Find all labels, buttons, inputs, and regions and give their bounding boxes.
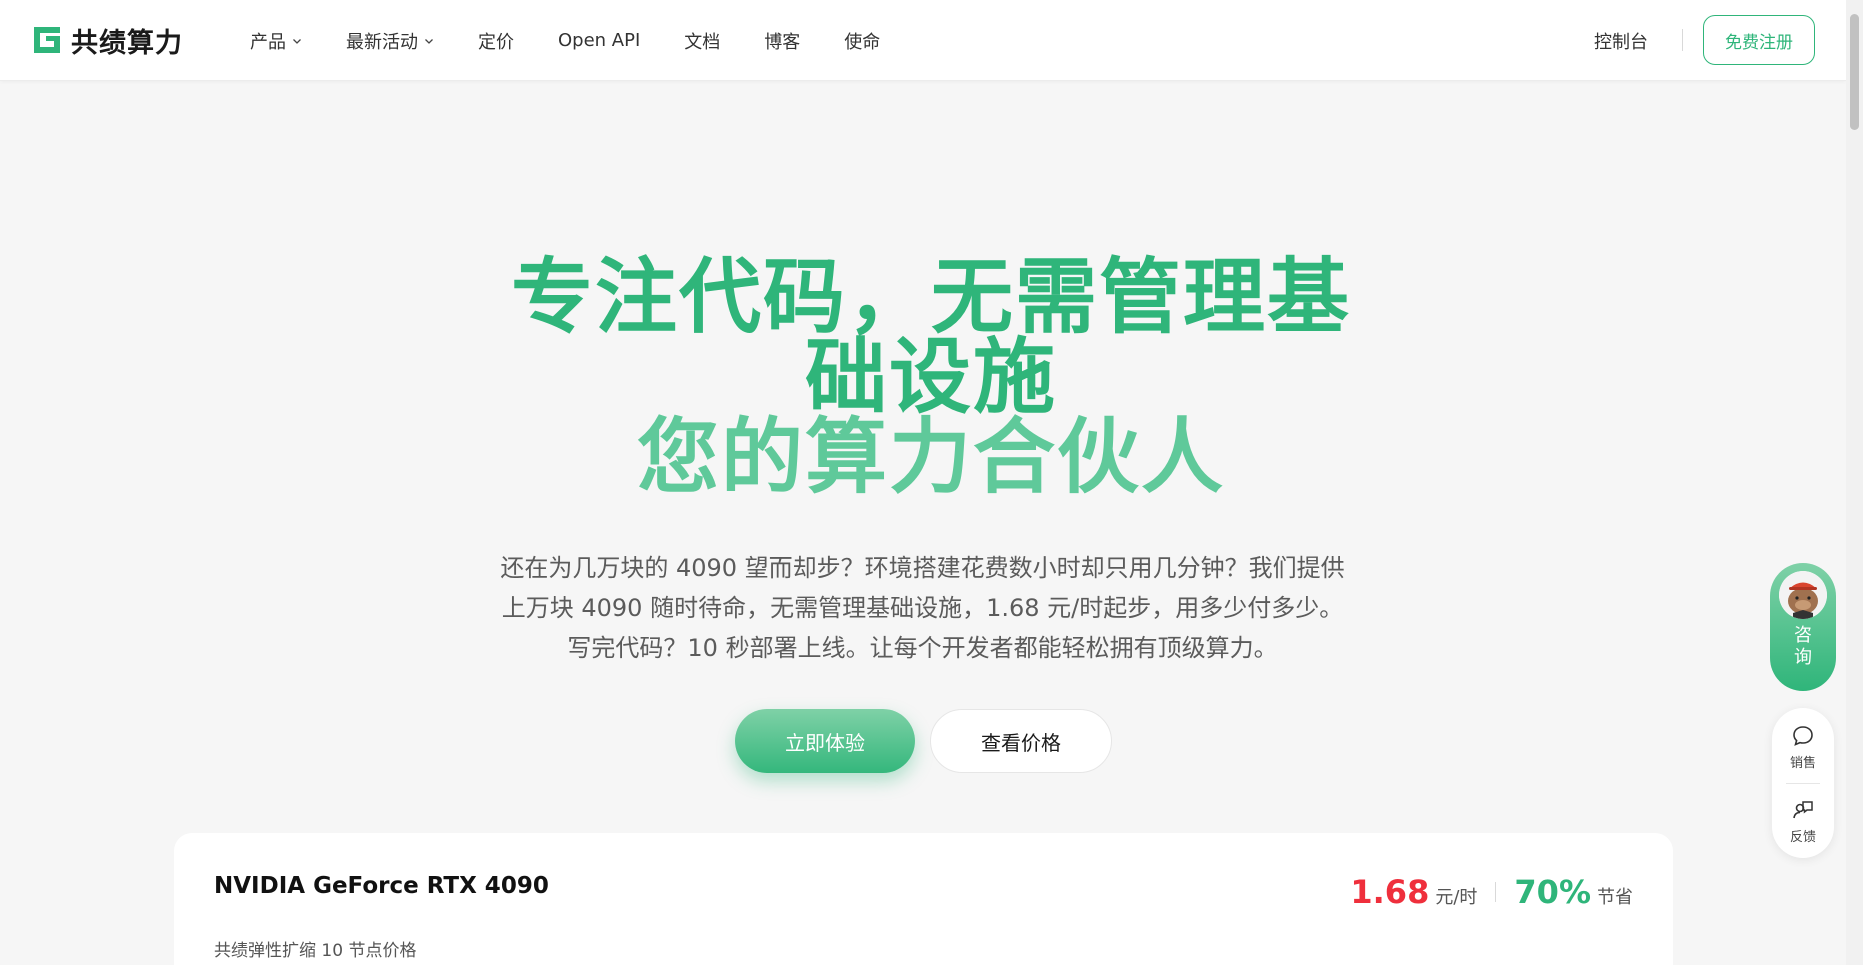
saving-label: 节省 <box>1597 887 1633 908</box>
sales-label: 销售 <box>1789 756 1816 771</box>
price-unit: 元/时 <box>1435 887 1478 908</box>
nav-item-latest-events[interactable]: 最新活动 <box>346 28 434 54</box>
side-contact-panel: 销售 反馈 <box>1772 708 1834 858</box>
price-block: 1.68 元/时 70% 节省 <box>1350 873 1633 911</box>
register-button[interactable]: 免费注册 <box>1703 15 1815 65</box>
main-nav: 产品 最新活动 定价 Open API 文档 博客 使命 <box>250 0 880 81</box>
nav-item-label: Open API <box>558 30 641 51</box>
gpu-price-subtitle: 共绩弹性扩缩 10 节点价格 <box>214 941 417 961</box>
gpu-price-card: NVIDIA GeForce RTX 4090 共绩弹性扩缩 10 节点价格 1… <box>174 833 1673 965</box>
feedback-label: 反馈 <box>1789 830 1816 845</box>
nav-item-docs[interactable]: 文档 <box>684 28 720 54</box>
hero-title: 专注代码，无需管理基 础设施 您的算力合伙人 <box>431 250 1431 505</box>
logo-text: 共绩算力 <box>71 27 183 59</box>
view-pricing-button[interactable]: 查看价格 <box>930 709 1112 773</box>
nav-item-label: 文档 <box>684 31 721 53</box>
saving-percent: 70% <box>1514 873 1591 911</box>
scrollbar-thumb[interactable] <box>1850 14 1859 130</box>
nav-item-label: 定价 <box>478 31 514 53</box>
feedback-icon <box>1793 801 1813 819</box>
hourly-price: 1.68 <box>1350 873 1430 911</box>
hero-description: 还在为几万块的 4090 望而却步？环境搭建花费数小时却只用几分钟？我们提供上万… <box>500 554 1345 662</box>
nav-item-label: 博客 <box>764 31 801 53</box>
chevron-down-icon <box>293 38 301 44</box>
avatar <box>1779 571 1827 619</box>
hero-title-line: 您的算力合伙人 <box>636 410 1225 505</box>
logo-mark-icon <box>34 27 60 53</box>
nav-item-blog[interactable]: 博客 <box>764 28 800 54</box>
chat-bubble-icon <box>1793 726 1813 746</box>
console-link[interactable]: 控制台 <box>1594 28 1648 54</box>
sales-button[interactable]: 销售 <box>1772 724 1834 771</box>
nav-item-label: 使命 <box>844 31 881 53</box>
consult-label-text: 咨询 <box>1794 625 1812 668</box>
side-divider <box>1786 783 1820 784</box>
hero-title-line: 础设施 <box>804 330 1057 425</box>
feedback-button[interactable]: 反馈 <box>1772 798 1834 845</box>
nav-item-label: 产品 <box>250 31 286 53</box>
page-scrollbar[interactable] <box>1846 0 1863 965</box>
price-divider <box>1495 882 1497 902</box>
gpu-name: NVIDIA GeForce RTX 4090 <box>214 873 549 899</box>
nav-item-label: 最新活动 <box>346 31 418 53</box>
header-divider <box>1682 29 1683 51</box>
try-now-button[interactable]: 立即体验 <box>735 709 915 773</box>
nav-item-pricing[interactable]: 定价 <box>478 28 514 54</box>
nav-item-open-api[interactable]: Open API <box>558 30 640 51</box>
logo[interactable]: 共绩算力 <box>31 22 183 59</box>
top-header: 共绩算力 产品 最新活动 定价 Open API 文档 博客 使命 控制台 免费… <box>0 0 1846 81</box>
consult-label: 咨询 <box>1770 625 1836 669</box>
hero-title-line: 专注代码，无需管理基 <box>510 250 1351 345</box>
chevron-down-icon <box>425 38 433 44</box>
nav-item-products[interactable]: 产品 <box>250 28 302 54</box>
nav-item-mission[interactable]: 使命 <box>844 28 880 54</box>
capybara-avatar-icon <box>1779 571 1827 619</box>
consult-button[interactable]: 咨询 <box>1770 563 1836 691</box>
